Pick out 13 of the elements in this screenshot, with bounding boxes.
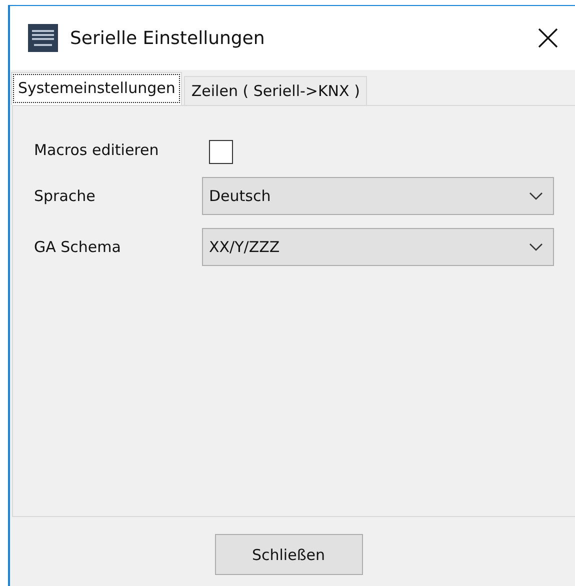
chevron-icon [529,192,543,200]
field-label: Macros editieren [34,141,160,159]
dropdown[interactable]: XX/Y/ZZZ [202,228,554,266]
close-icon[interactable] [537,27,559,49]
dropdown[interactable]: Deutsch [202,177,554,215]
field-label: Sprache [34,187,96,205]
checkbox[interactable] [209,140,233,164]
window-title: Serielle Einstellungen [70,28,266,48]
close-button[interactable]: Schließen [214,534,362,575]
tab[interactable]: Zeilen ( Seriell->KNX ) [184,76,367,105]
chevron-icon [529,243,543,251]
tab[interactable]: Systemeinstellungen [11,72,182,105]
field-label: GA Schema [34,238,122,256]
